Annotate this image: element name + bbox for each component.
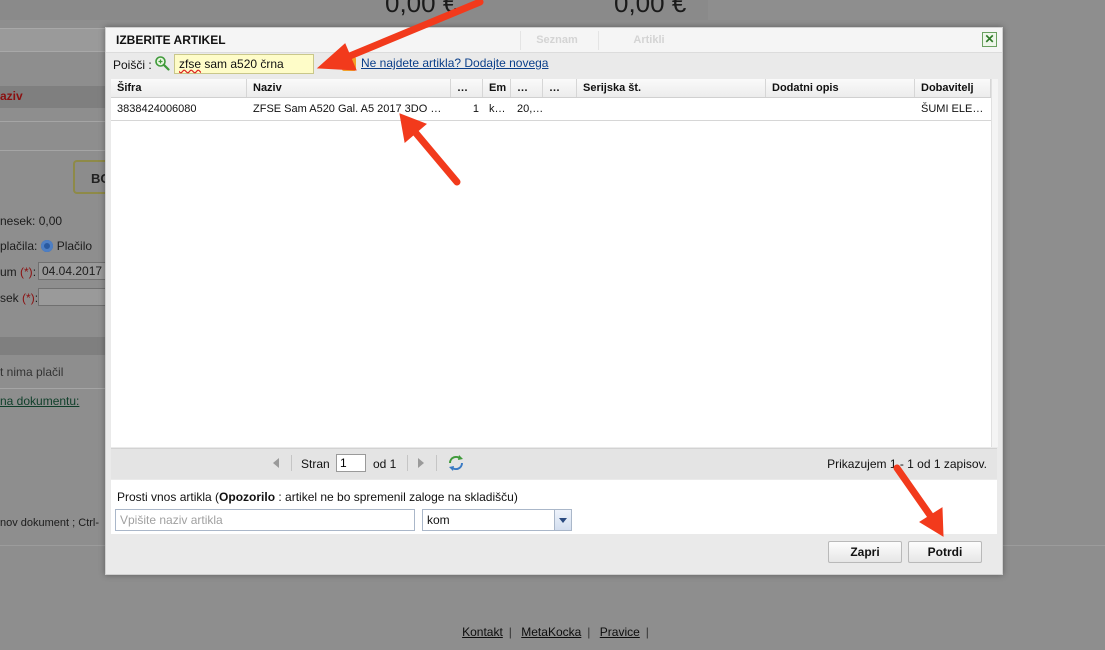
cell-price: 20,… (517, 103, 543, 115)
cell-dodatni-opis (766, 98, 915, 120)
cell-serijska (577, 98, 766, 120)
select-article-dialog: IZBERITE ARTIKEL Seznam Artikli ✕ Poišči… (105, 27, 1003, 575)
grid-header: Šifra Naziv … Em … … Serijska št. Dodatn… (111, 79, 997, 98)
column-header-em[interactable]: Em (483, 79, 511, 97)
pager-of-label: od 1 (373, 457, 397, 471)
background-section-label: aziv (0, 89, 23, 103)
column-header-col6[interactable]: … (543, 79, 577, 97)
dialog-title-bar: IZBERITE ARTIKEL Seznam Artikli ✕ (106, 28, 1002, 53)
footer-separator: | (508, 625, 512, 639)
unit-select-value: kom (427, 513, 450, 527)
column-header-naziv[interactable]: Naziv (247, 79, 451, 97)
pager-separator (291, 455, 292, 471)
dialog-tab-seznam[interactable]: Seznam (520, 31, 593, 50)
footer-link-pravice[interactable]: Pravice (600, 625, 640, 639)
background-sum-right: 0,00 € (614, 0, 687, 18)
background-document-link[interactable]: na dokumentu: (0, 394, 79, 408)
add-new-article-link[interactable]: Ne najdete artikla? Dodajte novega (361, 56, 548, 70)
pager-separator (407, 455, 408, 471)
cell-quantity: 1 (472, 103, 479, 115)
background-datum-label: um (*): (0, 265, 37, 279)
dialog-tab-artikli[interactable]: Artikli (598, 31, 699, 50)
cell-em: k… (489, 103, 506, 115)
background-band (0, 337, 110, 355)
pager-page-input[interactable] (336, 454, 366, 472)
table-row[interactable]: 3838424006080 ZFSE Sam A520 Gal. A5 2017… (111, 98, 991, 121)
close-button[interactable]: Zapri (828, 541, 902, 563)
refresh-icon[interactable] (447, 454, 465, 472)
background-band (0, 28, 110, 52)
column-header-sifra[interactable]: Šifra (111, 79, 247, 97)
free-entry-name-input[interactable]: Vpišite naziv artikla (115, 509, 415, 531)
background-shortcut-hint: nov dokument ; Ctrl- (0, 517, 100, 529)
footer: Kontakt | MetaKocka | Pravice | (0, 625, 1105, 639)
pager-separator (436, 455, 437, 471)
background-no-payments: t nima plačil (0, 365, 64, 379)
confirm-button[interactable]: Potrdi (908, 541, 982, 563)
next-page-arrow-icon[interactable] (418, 458, 424, 468)
background-summary-bar: 0,00 € 0,00 € (0, 0, 708, 20)
cell-sifra: 3838424006080 (117, 103, 197, 115)
search-input[interactable]: zfse sam a520 črna (174, 54, 314, 74)
pager-page-label: Stran (301, 457, 330, 471)
column-header-quantity[interactable]: … (451, 79, 483, 97)
column-header-dobavitelj[interactable]: Dobavitelj (915, 79, 991, 97)
background-znesek-input[interactable] (38, 288, 108, 306)
column-header-price[interactable]: … (511, 79, 543, 97)
cell-dobavitelj: ŠUMI ELE… (921, 103, 984, 115)
cell-naziv: ZFSE Sam A520 Gal. A5 2017 3DO … (253, 103, 442, 115)
background-sum-left: 0,00 € (385, 0, 458, 18)
cell-col6 (543, 98, 577, 120)
background-divider (0, 150, 110, 151)
zoom-search-icon (155, 56, 170, 71)
grid-scrollbar[interactable] (991, 79, 998, 447)
grid-pager: Stran od 1 Prikazujem 1 - 1 od 1 zapisov… (111, 448, 997, 479)
background-datum-input[interactable]: 04.04.2017 (38, 262, 108, 280)
dialog-title: IZBERITE ARTIKEL (116, 33, 226, 47)
article-grid: Šifra Naziv … Em … … Serijska št. Dodatn… (111, 79, 998, 447)
footer-separator: | (587, 625, 591, 639)
background-znesek-label: nesek: 0,00 (0, 214, 63, 228)
footer-separator: | (645, 625, 649, 639)
column-header-dodatni-opis[interactable]: Dodatni opis (766, 79, 915, 97)
pager-summary: Prikazujem 1 - 1 od 1 zapisov. (827, 457, 987, 471)
background-znesek2-label: sek (*): (0, 291, 39, 305)
unit-select[interactable]: kom (422, 509, 572, 531)
radio-selected-icon[interactable] (40, 240, 53, 252)
background-placila-row: plačila: Plačilo (0, 239, 93, 253)
previous-page-arrow-icon[interactable] (273, 458, 279, 468)
footer-link-metakocka[interactable]: MetaKocka (521, 625, 581, 639)
background-divider (0, 121, 110, 122)
free-entry-panel: Prosti vnos artikla (Opozorilo : artikel… (111, 480, 997, 534)
close-icon[interactable]: ✕ (982, 32, 997, 47)
column-header-serijska[interactable]: Serijska št. (577, 79, 766, 97)
dropdown-arrow-icon[interactable] (554, 510, 571, 530)
plus-add-icon[interactable] (342, 57, 356, 71)
search-label: Poišči : (113, 58, 152, 72)
free-entry-label: Prosti vnos artikla (Opozorilo : artikel… (117, 490, 518, 504)
footer-link-kontakt[interactable]: Kontakt (462, 625, 503, 639)
background-divider (0, 388, 110, 389)
